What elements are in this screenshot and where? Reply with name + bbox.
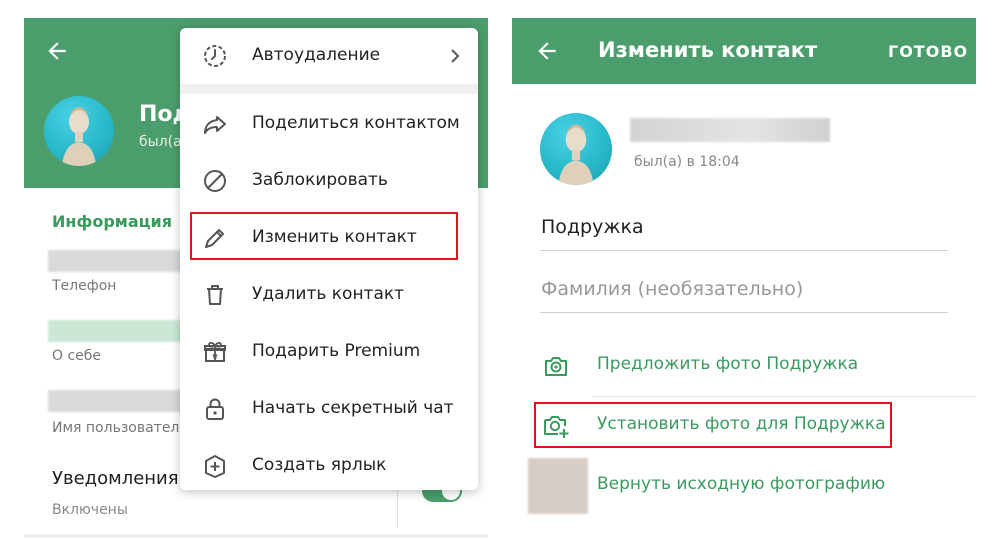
last-name-field[interactable]: Фамилия (необязательно) (541, 278, 803, 300)
trash-icon (207, 285, 223, 305)
menu-item-block[interactable]: Заблокировать (180, 155, 478, 205)
avatar[interactable] (44, 96, 114, 166)
menu-item-share-contact[interactable]: Поделиться контактом (180, 98, 478, 148)
done-button[interactable]: ГОТОВО (888, 42, 968, 61)
divider (592, 396, 976, 397)
menu-item-label: Поделиться контактом (252, 113, 460, 133)
back-arrow-icon[interactable] (534, 38, 560, 64)
action-label: Вернуть исходную фотографию (597, 474, 886, 494)
divider (397, 488, 398, 528)
info-section-title: Информация (52, 212, 172, 231)
menu-item-label: Начать секретный чат (252, 398, 454, 418)
page-title: Изменить контакт (598, 38, 818, 62)
share-icon (204, 116, 226, 134)
bust-image (62, 107, 96, 166)
edit-header: Изменить контакт ГОТОВО (512, 18, 976, 84)
phone-label: Телефон (52, 278, 117, 294)
menu-item-label: Автоудаление (252, 45, 381, 65)
lock-icon (206, 398, 224, 420)
menu-item-auto-delete[interactable]: Автоудаление (180, 30, 478, 80)
last-seen-status: был(а (139, 134, 182, 150)
action-label: Предложить фото Подружка (597, 354, 859, 374)
avatar[interactable] (540, 113, 612, 185)
gift-icon (204, 341, 226, 362)
first-name-field[interactable]: Подружка (541, 216, 644, 238)
menu-separator (180, 84, 478, 94)
edit-contact-screen: Изменить контакт ГОТОВО был(а) в 18:04 П… (512, 18, 976, 555)
field-underline (540, 250, 948, 251)
suggest-photo-icon (545, 357, 567, 376)
bust-image (558, 124, 594, 185)
field-underline (540, 312, 948, 313)
contact-name-blurred (630, 118, 830, 142)
menu-item-create-shortcut[interactable]: Создать ярлык (180, 440, 478, 490)
highlight-frame (190, 212, 458, 260)
username-label: Имя пользователя (52, 420, 188, 436)
back-arrow-icon[interactable] (44, 38, 70, 64)
last-seen-status: был(а) в 18:04 (634, 154, 740, 170)
chevron-right-icon (451, 49, 460, 63)
restore-photo-button[interactable]: Вернуть исходную фотографию (512, 460, 976, 510)
block-icon (204, 170, 226, 192)
suggest-photo-button[interactable]: Предложить фото Подружка (512, 340, 976, 390)
menu-item-secret-chat[interactable]: Начать секретный чат (180, 383, 478, 433)
section-divider (24, 534, 488, 538)
menu-item-label: Заблокировать (252, 170, 388, 190)
auto-delete-icon (204, 45, 226, 67)
menu-item-gift-premium[interactable]: Подарить Premium (180, 326, 478, 376)
menu-item-delete-contact[interactable]: Удалить контакт (180, 269, 478, 319)
menu-item-label: Подарить Premium (252, 341, 421, 361)
menu-item-label: Создать ярлык (252, 455, 387, 475)
notifications-title[interactable]: Уведомления (52, 468, 179, 489)
add-shortcut-icon (205, 455, 225, 478)
about-label: О себе (52, 348, 102, 364)
notifications-status: Включены (52, 502, 128, 518)
highlight-frame (534, 402, 892, 448)
menu-item-label: Удалить контакт (252, 284, 405, 304)
